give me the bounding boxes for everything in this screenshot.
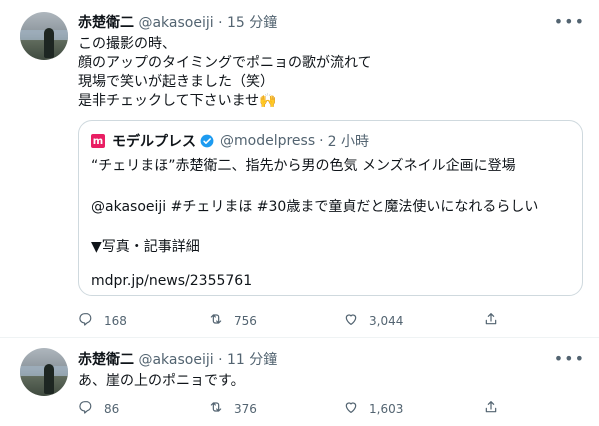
reply-icon (78, 399, 104, 418)
reply-count: 168 (104, 313, 127, 328)
like-button[interactable]: 1,603 (343, 399, 403, 418)
more-options-icon[interactable]: ••• (554, 351, 585, 367)
avatar[interactable] (20, 348, 68, 396)
quoted-tweet-card[interactable]: m モデルプレス @modelpress · 2 小時 “チェリまほ”赤楚衛二、… (78, 120, 583, 296)
tweet-header: 赤楚衛二 @akasoeiji · 15 分鐘 (78, 12, 277, 32)
heart-icon (343, 399, 369, 418)
quoted-author-handle: @modelpress (220, 133, 316, 149)
like-count: 3,044 (369, 313, 404, 328)
verified-badge-icon (200, 134, 214, 148)
avatar-figure (44, 28, 54, 58)
retweet-icon (208, 399, 234, 418)
tweet-text-line: 現場で笑いが起きました（笑） (78, 74, 274, 90)
avatar[interactable] (20, 12, 68, 60)
tweet-text-line: あ、崖の上のポニョです。 (78, 373, 245, 389)
like-count: 1,603 (369, 401, 404, 416)
avatar-figure (44, 364, 54, 394)
share-button[interactable] (483, 311, 509, 330)
quoted-text-headline: “チェリまほ”赤楚衛二、指先から男の色気 メンズネイル企画に登場 (91, 158, 516, 174)
tweet-text-line: この撮影の時、 (78, 36, 176, 52)
retweet-count: 756 (234, 313, 257, 328)
tweet-text-line: 顔のアップのタイミングでポニョの歌が流れて (78, 55, 372, 71)
reply-button[interactable]: 86 (78, 399, 119, 418)
reply-count: 86 (104, 401, 120, 416)
quoted-text-details: ▼写真・記事詳細 (91, 239, 200, 255)
like-button[interactable]: 3,044 (343, 311, 403, 330)
tweet-text-line: 是非チェックして下さいませ🙌 (78, 93, 277, 109)
separator-dot: · (319, 133, 324, 149)
tweet-header: 赤楚衛二 @akasoeiji · 11 分鐘 (78, 349, 277, 369)
quoted-tweet-header: m モデルプレス @modelpress · 2 小時 (91, 131, 369, 151)
quoted-tweet-timestamp: 2 小時 (327, 134, 369, 150)
share-icon (483, 399, 509, 418)
share-icon (483, 311, 509, 330)
reply-icon (78, 311, 104, 330)
modelpress-logo-icon: m (91, 134, 105, 148)
retweet-button[interactable]: 756 (208, 311, 257, 330)
author-handle[interactable]: @akasoeiji (138, 352, 213, 368)
author-name[interactable]: 赤楚衛二 (78, 15, 134, 31)
separator-dot: · (218, 15, 223, 31)
tweet-timestamp[interactable]: 15 分鐘 (227, 15, 277, 31)
retweet-button[interactable]: 376 (208, 399, 257, 418)
tweet-timestamp[interactable]: 11 分鐘 (227, 352, 277, 368)
author-handle[interactable]: @akasoeiji (138, 15, 213, 31)
tweet[interactable]: 赤楚衛二 @akasoeiji · 15 分鐘 ••• この撮影の時、 顔のアッ… (0, 0, 599, 337)
quoted-author-name: モデルプレス (112, 134, 196, 150)
heart-icon (343, 311, 369, 330)
retweet-icon (208, 311, 234, 330)
more-options-icon[interactable]: ••• (554, 14, 585, 30)
quoted-text-link[interactable]: mdpr.jp/news/2355761 (91, 273, 252, 289)
reply-button[interactable]: 168 (78, 311, 127, 330)
tweet-actions: 168 756 3,044 (78, 311, 518, 331)
tweet-actions: 86 376 1,603 (78, 399, 518, 419)
retweet-count: 376 (234, 401, 257, 416)
separator-dot: · (218, 352, 223, 368)
author-name[interactable]: 赤楚衛二 (78, 352, 134, 368)
tweet[interactable]: 赤楚衛二 @akasoeiji · 11 分鐘 ••• あ、崖の上のポニョです。… (0, 338, 599, 426)
quoted-text-hashtags: @akasoeiji #チェリまほ #30歳まで童貞だと魔法使いになれるらしい (91, 199, 539, 215)
share-button[interactable] (483, 399, 509, 418)
